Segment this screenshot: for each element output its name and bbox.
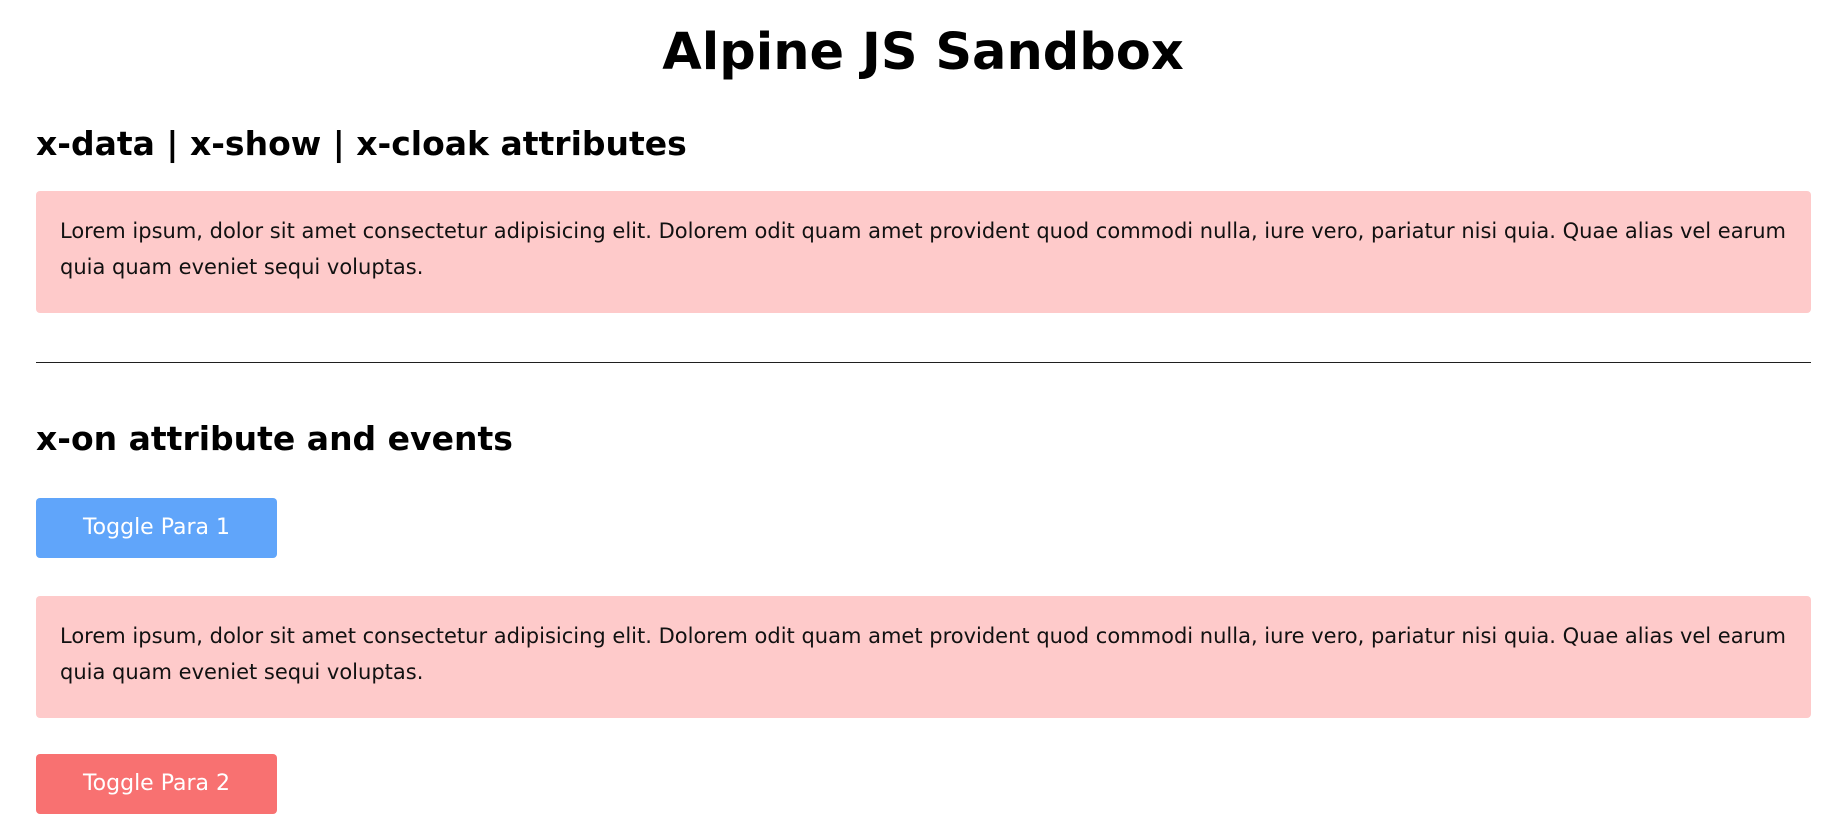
toggle-para-1-button[interactable]: Toggle Para 1 bbox=[36, 498, 277, 558]
toggle-para-2-button[interactable]: Toggle Para 2 bbox=[36, 754, 277, 814]
paragraph-xdata: Lorem ipsum, dolor sit amet consectetur … bbox=[36, 191, 1811, 313]
page-title: Alpine JS Sandbox bbox=[662, 23, 1184, 82]
section-heading-xon: x-on attribute and events bbox=[36, 419, 513, 458]
paragraph-xon: Lorem ipsum, dolor sit amet consectetur … bbox=[36, 596, 1811, 718]
section-heading-xdata: x-data | x-show | x-cloak attributes bbox=[36, 124, 687, 163]
page: Alpine JS Sandbox x-data | x-show | x-cl… bbox=[0, 0, 1846, 832]
section-divider bbox=[36, 362, 1811, 363]
